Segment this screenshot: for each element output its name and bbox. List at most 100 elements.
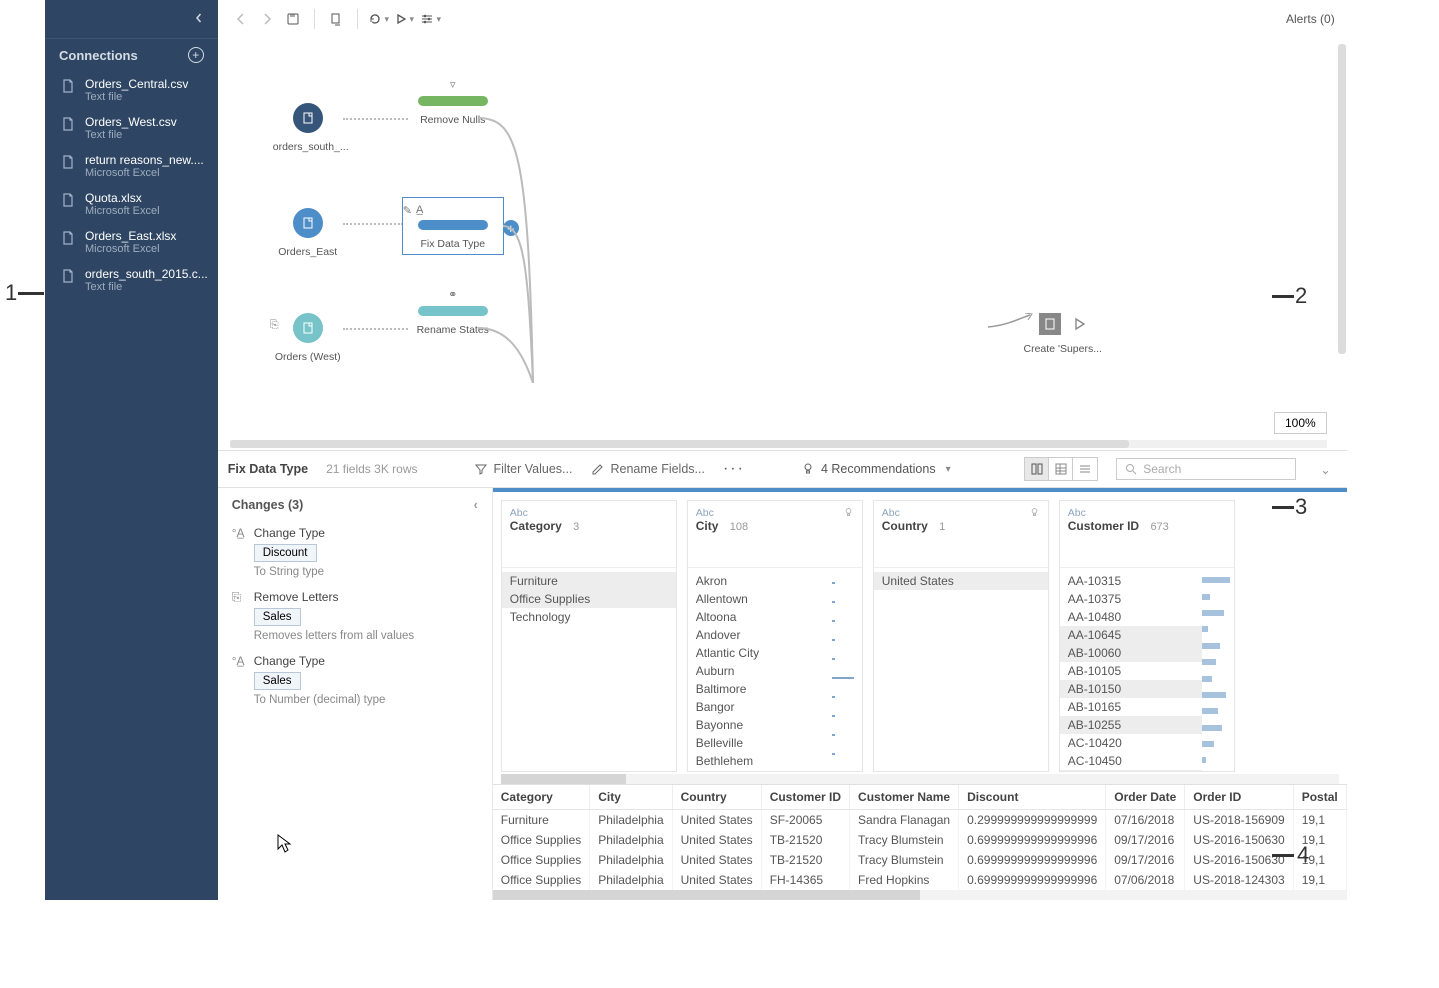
profile-view-button[interactable] bbox=[1025, 458, 1049, 480]
card-value[interactable]: AB-10060 bbox=[1060, 644, 1202, 662]
add-connection-icon[interactable]: + bbox=[188, 47, 204, 63]
card-value[interactable]: Andover bbox=[688, 626, 832, 644]
card-value[interactable]: Belleville bbox=[688, 734, 832, 752]
node-label: Create 'Supers... bbox=[1023, 343, 1103, 355]
back-button[interactable] bbox=[230, 8, 252, 30]
card-value[interactable]: Auburn bbox=[688, 662, 832, 680]
collapse-changes-icon[interactable]: ‹ bbox=[474, 498, 478, 512]
card-value[interactable]: Bethlehem bbox=[688, 752, 832, 770]
column-header[interactable]: Order Date bbox=[1106, 785, 1185, 810]
run-output-icon[interactable] bbox=[1073, 317, 1087, 331]
connection-item[interactable]: return reasons_new.... Microsoft Excel bbox=[45, 147, 218, 185]
card-value[interactable]: Allentown bbox=[688, 590, 832, 608]
card-value[interactable]: AA-10315 bbox=[1060, 572, 1202, 590]
expand-button[interactable]: ⌄ bbox=[1314, 462, 1336, 477]
profile-card[interactable]: Abc City 108 AkronAllentownAltoonaAndove… bbox=[687, 500, 863, 772]
card-value[interactable]: Akron bbox=[688, 572, 832, 590]
change-item[interactable]: °A̲ Change Type Discount To String type bbox=[218, 520, 492, 584]
collapse-sidebar-icon[interactable] bbox=[194, 10, 204, 28]
card-value[interactable]: Beverly bbox=[688, 770, 832, 771]
node-orders-west[interactable]: ⎘ Orders (West) bbox=[273, 313, 343, 363]
card-value[interactable]: AB-10255 bbox=[1060, 716, 1202, 734]
card-value[interactable]: AC-10615 bbox=[1060, 770, 1202, 771]
save-button[interactable] bbox=[282, 8, 304, 30]
lightbulb-icon[interactable] bbox=[1029, 507, 1040, 518]
table-row[interactable]: Office SuppliesPhiladelphiaUnited States… bbox=[493, 870, 1346, 890]
recommendations-button[interactable]: 4 Recommendations bbox=[801, 462, 951, 476]
card-value[interactable]: Technology bbox=[502, 608, 676, 626]
card-value[interactable]: AC-10420 bbox=[1060, 734, 1202, 752]
table-cell: 07/06/2018 bbox=[1106, 870, 1185, 890]
card-value[interactable]: Bayonne bbox=[688, 716, 832, 734]
node-orders-south[interactable]: orders_south_... bbox=[273, 103, 343, 153]
card-value[interactable]: Baltimore bbox=[688, 680, 832, 698]
refresh-button[interactable] bbox=[368, 8, 390, 30]
column-header[interactable]: Order ID bbox=[1185, 785, 1293, 810]
list-view-button[interactable] bbox=[1073, 458, 1097, 480]
zoom-level[interactable]: 100% bbox=[1274, 412, 1327, 434]
card-value[interactable]: Bangor bbox=[688, 698, 832, 716]
card-value[interactable]: AB-10150 bbox=[1060, 680, 1202, 698]
column-header[interactable]: Postal bbox=[1293, 785, 1346, 810]
table-row[interactable]: Office SuppliesPhiladelphiaUnited States… bbox=[493, 850, 1346, 870]
lightbulb-icon[interactable] bbox=[843, 507, 854, 518]
settings-button[interactable] bbox=[420, 8, 442, 30]
card-value[interactable]: United States bbox=[874, 572, 1048, 590]
field-type: Abc bbox=[510, 507, 528, 519]
search-input[interactable]: Search bbox=[1116, 458, 1296, 480]
table-row[interactable]: Office SuppliesPhiladelphiaUnited States… bbox=[493, 830, 1346, 850]
change-item[interactable]: °A̲ Change Type Sales To Number (decimal… bbox=[218, 648, 492, 712]
table-cell: US-2016-150630 bbox=[1185, 850, 1293, 870]
table-cell: TB-21520 bbox=[761, 830, 849, 850]
run-button[interactable] bbox=[394, 8, 416, 30]
card-value[interactable]: AB-10105 bbox=[1060, 662, 1202, 680]
change-item[interactable]: ⎘ Remove Letters Sales Removes letters f… bbox=[218, 584, 492, 648]
rename-fields-button[interactable]: Rename Fields... bbox=[590, 462, 704, 476]
annotation-1-line bbox=[18, 292, 44, 295]
cards-scrollbar[interactable] bbox=[501, 774, 1339, 784]
more-options-button[interactable]: ··· bbox=[723, 460, 745, 478]
column-header[interactable]: Customer ID bbox=[761, 785, 849, 810]
connection-item[interactable]: Quota.xlsx Microsoft Excel bbox=[45, 185, 218, 223]
table-cell: Tracy Blumstein bbox=[850, 830, 959, 850]
connection-item[interactable]: Orders_Central.csv Text file bbox=[45, 71, 218, 109]
connection-item[interactable]: orders_south_2015.c... Text file bbox=[45, 261, 218, 299]
card-value[interactable]: AA-10375 bbox=[1060, 590, 1202, 608]
column-header[interactable]: Customer Name bbox=[850, 785, 959, 810]
card-value[interactable]: Office Supplies bbox=[502, 590, 676, 608]
connect-button[interactable] bbox=[325, 8, 347, 30]
field-type: Abc bbox=[696, 507, 714, 519]
forward-button[interactable] bbox=[256, 8, 278, 30]
table-row[interactable]: FurniturePhiladelphiaUnited StatesSF-200… bbox=[493, 810, 1346, 831]
card-value[interactable]: Altoona bbox=[688, 608, 832, 626]
column-header[interactable]: Category bbox=[493, 785, 590, 810]
table-cell: Philadelphia bbox=[590, 850, 672, 870]
alerts-label[interactable]: Alerts (0) bbox=[1286, 12, 1335, 26]
grid-scrollbar[interactable] bbox=[493, 890, 1347, 900]
card-value[interactable]: AA-10645 bbox=[1060, 626, 1202, 644]
grid-view-button[interactable] bbox=[1049, 458, 1073, 480]
profile-card[interactable]: Abc Customer ID 673 AA-10315AA-10375AA-1… bbox=[1059, 500, 1235, 772]
card-value[interactable]: AC-10450 bbox=[1060, 752, 1202, 770]
column-header[interactable]: Country bbox=[672, 785, 761, 810]
connection-item[interactable]: Orders_West.csv Text file bbox=[45, 109, 218, 147]
connection-item[interactable]: Orders_East.xlsx Microsoft Excel bbox=[45, 223, 218, 261]
connection-type: Microsoft Excel bbox=[85, 167, 208, 179]
profile-card[interactable]: Abc Country 1 United States bbox=[873, 500, 1049, 772]
card-value[interactable]: AA-10480 bbox=[1060, 608, 1202, 626]
card-value[interactable]: Atlantic City bbox=[688, 644, 832, 662]
flow-canvas[interactable]: orders_south_... ▿ Remove Nulls Orders_E… bbox=[218, 38, 1347, 450]
table-cell: Fred Hopkins bbox=[850, 870, 959, 890]
canvas-scrollbar-horizontal[interactable] bbox=[230, 440, 1327, 448]
profile-card[interactable]: Abc Category 3 FurnitureOffice SuppliesT… bbox=[501, 500, 677, 772]
connection-name: Orders_East.xlsx bbox=[85, 229, 208, 243]
card-value[interactable]: Furniture bbox=[502, 572, 676, 590]
card-value[interactable]: AB-10165 bbox=[1060, 698, 1202, 716]
filter-values-button[interactable]: Filter Values... bbox=[474, 462, 573, 476]
canvas-scrollbar-vertical[interactable] bbox=[1338, 44, 1346, 354]
node-orders-east[interactable]: Orders_East bbox=[273, 208, 343, 258]
column-header[interactable]: Discount bbox=[959, 785, 1106, 810]
node-output[interactable]: Create 'Supers... bbox=[1023, 313, 1103, 355]
column-header[interactable]: City bbox=[590, 785, 672, 810]
connection-type: Text file bbox=[85, 91, 208, 103]
